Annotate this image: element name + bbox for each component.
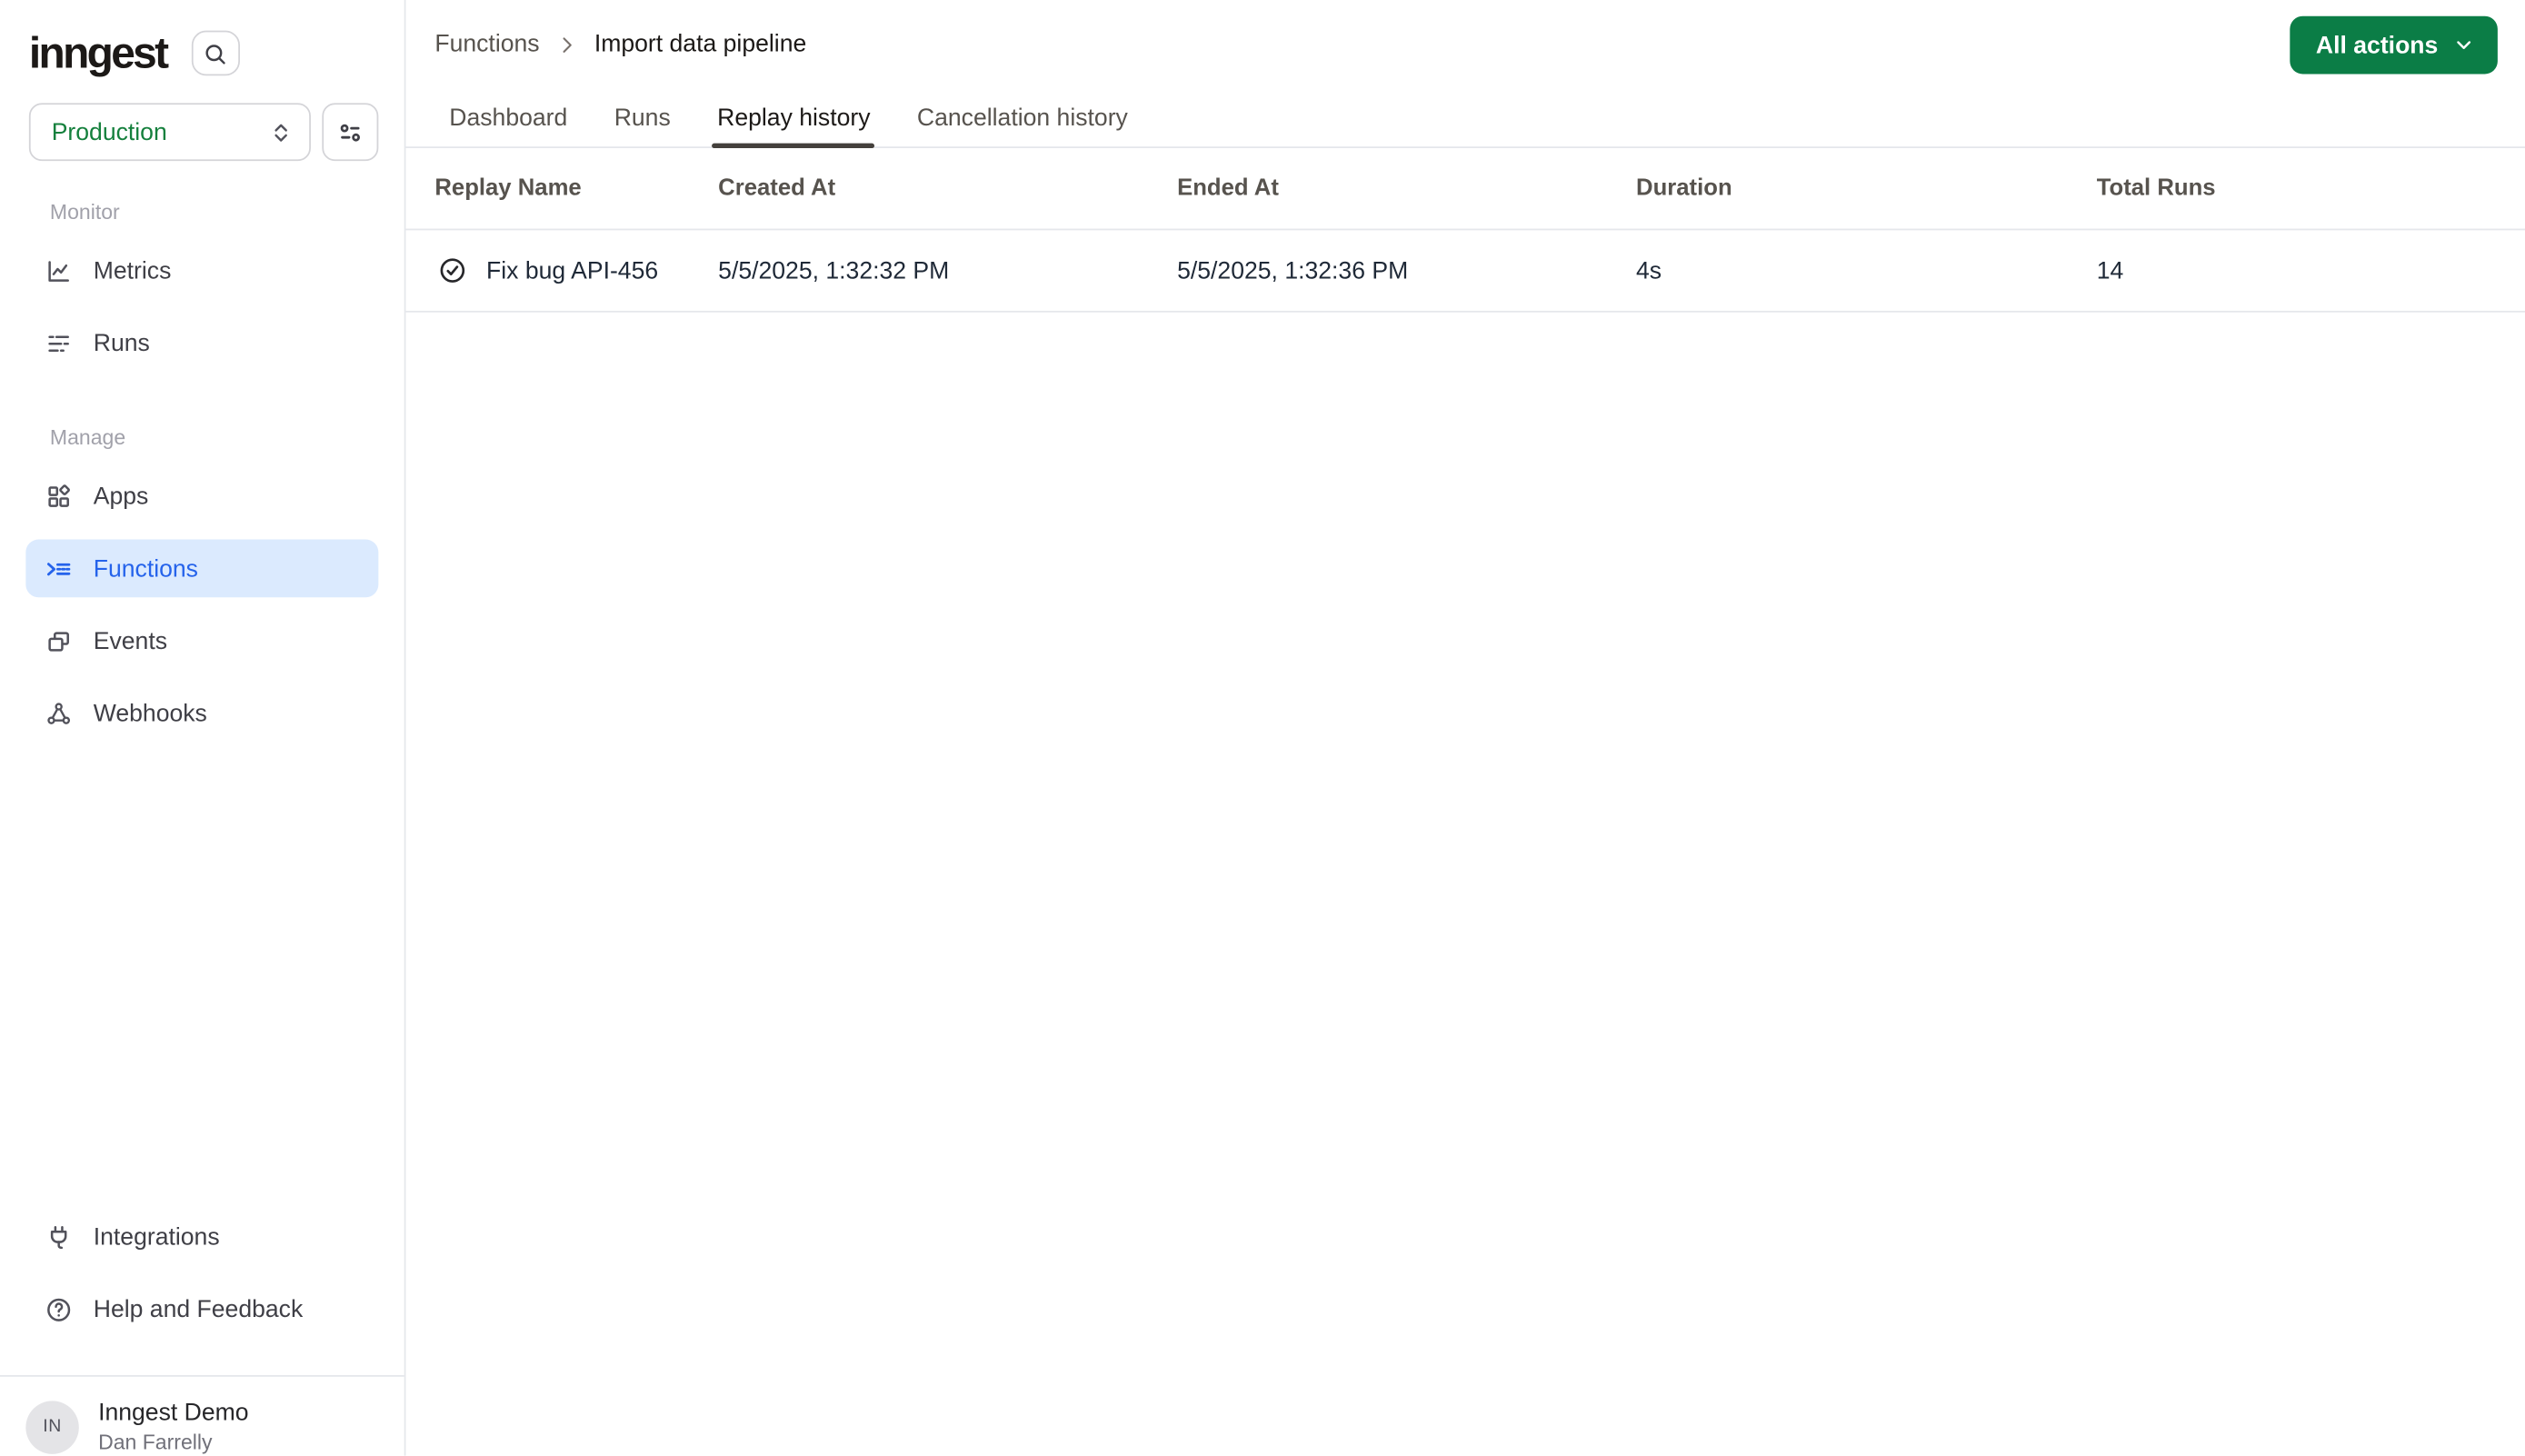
sidebar-item-label: Events — [93, 627, 168, 655]
sidebar-item-label: Integrations — [93, 1222, 220, 1251]
apps-grid-icon — [45, 483, 73, 510]
sidebar-item-runs[interactable]: Runs — [25, 314, 378, 372]
sidebar-item-help-feedback[interactable]: Help and Feedback — [25, 1280, 378, 1338]
sidebar-item-integrations[interactable]: Integrations — [25, 1208, 378, 1266]
table-row[interactable]: Fix bug API-456 5/5/2025, 1:32:32 PM 5/5… — [405, 228, 2525, 313]
sidebar-item-webhooks[interactable]: Webhooks — [25, 684, 378, 743]
replay-total-runs: 14 — [2096, 256, 2124, 284]
plug-icon — [45, 1223, 73, 1251]
chevron-right-icon — [555, 33, 578, 55]
replay-ended-at: 5/5/2025, 1:32:36 PM — [1177, 256, 1409, 284]
sidebar-item-functions[interactable]: Functions — [25, 539, 379, 598]
column-total-runs: Total Runs — [2096, 175, 2216, 202]
sidebar-item-label: Runs — [93, 329, 150, 357]
main-content: Functions Import data pipeline All actio… — [405, 0, 2525, 1456]
avatar: IN — [25, 1400, 79, 1453]
sidebar-item-label: Help and Feedback — [93, 1295, 304, 1323]
sidebar-item-metrics[interactable]: Metrics — [25, 242, 378, 300]
webhooks-icon — [45, 700, 73, 727]
tab-dashboard[interactable]: Dashboard — [444, 88, 573, 146]
all-actions-button[interactable]: All actions — [2290, 15, 2498, 75]
sidebar-item-apps[interactable]: Apps — [25, 467, 378, 525]
all-actions-label: All actions — [2315, 31, 2439, 59]
column-duration: Duration — [1636, 175, 1732, 202]
replay-duration: 4s — [1636, 256, 1662, 284]
sidebar: inngest Production Monitor Metrics Runs … — [0, 0, 406, 1456]
environment-selector-value: Production — [51, 118, 167, 146]
user-name: Dan Farrelly — [98, 1430, 213, 1454]
check-circle-icon — [438, 256, 467, 285]
breadcrumb: Functions Import data pipeline — [434, 31, 806, 58]
runs-list-icon — [45, 329, 73, 356]
inngest-logo: inngest — [28, 28, 169, 78]
environment-selector[interactable]: Production — [28, 103, 311, 162]
environment-settings-button[interactable] — [321, 103, 379, 162]
tab-bar: Dashboard Runs Replay history Cancellati… — [405, 88, 2525, 148]
sidebar-item-label: Metrics — [93, 256, 172, 284]
tab-cancellation-history[interactable]: Cancellation history — [913, 88, 1133, 146]
chevron-down-icon — [2452, 34, 2475, 56]
column-ended-at: Ended At — [1177, 175, 1279, 202]
replay-created-at: 5/5/2025, 1:32:32 PM — [718, 256, 950, 284]
sidebar-section-manage: Manage — [49, 424, 126, 450]
column-created-at: Created At — [718, 175, 836, 202]
search-icon — [203, 41, 227, 65]
tab-replay-history[interactable]: Replay history — [712, 88, 875, 148]
topbar: Functions Import data pipeline All actio… — [405, 0, 2525, 88]
chart-line-icon — [45, 257, 73, 284]
sidebar-item-label: Apps — [93, 482, 149, 510]
breadcrumb-current: Import data pipeline — [594, 30, 807, 58]
functions-icon — [45, 554, 73, 582]
breadcrumb-functions[interactable]: Functions — [434, 31, 539, 58]
tab-runs[interactable]: Runs — [609, 88, 675, 146]
sidebar-section-monitor: Monitor — [49, 199, 120, 224]
replay-name: Fix bug API-456 — [486, 256, 659, 284]
sidebar-item-label: Functions — [93, 554, 199, 583]
app-root: inngest Production Monitor Metrics Runs … — [0, 0, 2525, 1456]
search-button[interactable] — [190, 30, 240, 76]
question-circle-icon — [45, 1295, 73, 1322]
user-menu[interactable]: IN Inngest Demo Dan Farrelly — [0, 1377, 404, 1456]
chevron-up-down-icon — [268, 120, 293, 145]
table-header-row: Replay Name Created At Ended At Duration… — [405, 148, 2525, 229]
column-replay-name: Replay Name — [434, 175, 582, 202]
sidebar-item-events[interactable]: Events — [25, 612, 378, 670]
sidebar-item-label: Webhooks — [93, 699, 207, 727]
org-name: Inngest Demo — [98, 1399, 249, 1427]
events-windows-icon — [45, 627, 73, 654]
replay-history-table: Replay Name Created At Ended At Duration… — [405, 148, 2525, 313]
sliders-icon — [336, 118, 364, 145]
